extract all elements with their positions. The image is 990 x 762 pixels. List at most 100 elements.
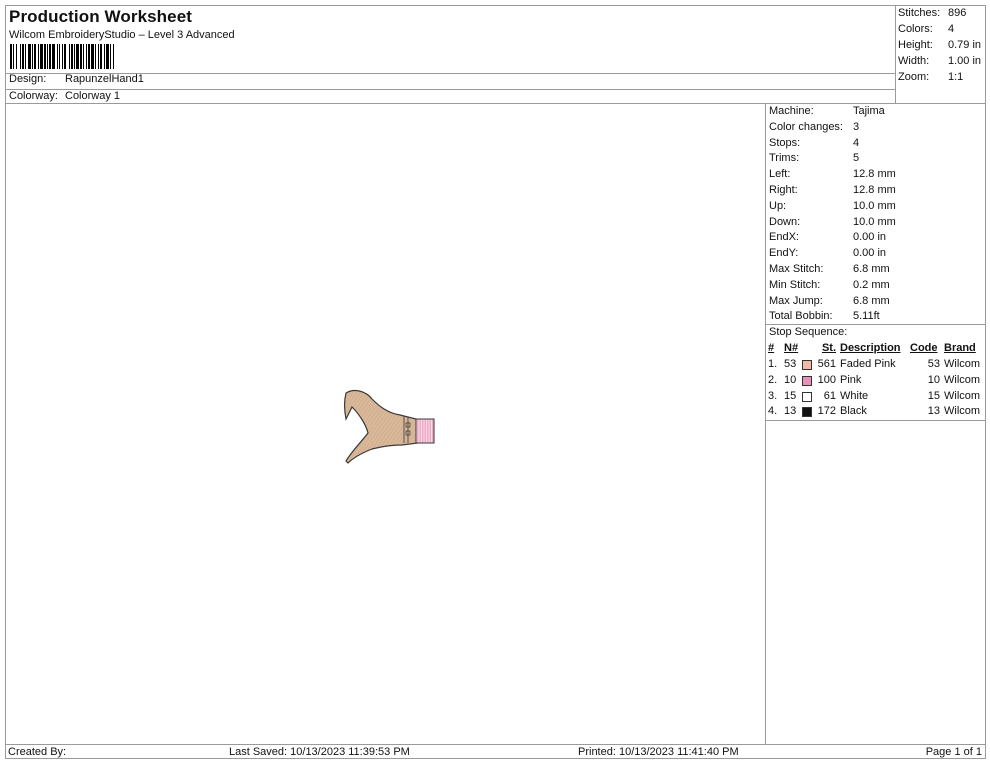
stitch-count: 61 — [823, 389, 836, 402]
thread-code: 13 — [927, 405, 940, 418]
col-needle: N# — [784, 342, 799, 354]
info-row: Down: 10.0 mm — [769, 216, 896, 228]
info-label: Min Stitch: — [769, 278, 821, 291]
height-label: Height: — [898, 39, 933, 51]
page-title: Production Worksheet — [9, 7, 193, 26]
info-value: 5.11ft — [853, 310, 880, 323]
info-label: EndY: — [769, 247, 799, 260]
width-value: 1.00 in — [948, 55, 982, 67]
embroidery-design-preview — [343, 389, 435, 464]
info-row: Up: 10.0 mm — [769, 200, 896, 212]
thread-color-swatch — [802, 375, 812, 386]
worksheet-footer: Created By: Last Saved: 10/13/2023 11:39… — [6, 744, 985, 759]
info-label: Trims: — [769, 152, 800, 165]
divider — [766, 324, 985, 325]
summary-panel: Stitches: 896 Colors: 4 Height: 0.79 in Wid… — [896, 6, 985, 104]
zoom-row: Zoom: 1:1 — [898, 71, 963, 83]
col-stitches: St. — [821, 342, 836, 354]
thread-description: White — [840, 389, 869, 402]
design-row: Design: RapunzelHand1 — [9, 73, 144, 85]
stitches-value: 896 — [948, 7, 967, 19]
col-num: # — [768, 342, 775, 354]
info-row: Max Jump: 6.8 mm — [769, 295, 890, 307]
info-row: EndX: 0.00 in — [769, 231, 886, 243]
info-value: 0.00 in — [853, 247, 887, 260]
software-name: Wilcom EmbroideryStudio – Level 3 Advanc… — [9, 29, 235, 41]
worksheet-header: Production Worksheet Wilcom EmbroiderySt… — [6, 6, 896, 104]
zoom-value: 1:1 — [948, 71, 964, 83]
info-value: 10.0 mm — [853, 199, 896, 212]
info-value: 10.0 mm — [853, 215, 896, 228]
info-row: Total Bobbin: 5.11ft — [769, 310, 880, 322]
info-row: Machine: Tajima — [769, 105, 885, 117]
design-name: RapunzelHand1 — [65, 73, 144, 85]
machine-info-panel: Stop Sequence: # N# St. Description Code… — [766, 104, 985, 421]
info-label: Up: — [769, 199, 787, 212]
info-label: Right: — [769, 184, 798, 196]
info-value: 0.00 in — [853, 231, 887, 244]
stop-sequence-header: # N# St. Description Code Brand — [768, 342, 983, 358]
info-label: Left: — [769, 168, 791, 181]
info-row: EndY: 0.00 in — [769, 247, 886, 259]
info-value: 12.8 mm — [853, 184, 896, 196]
sleeve-cuff — [415, 418, 435, 444]
needle-number: 13 — [784, 405, 797, 418]
created-by: Created By: — [8, 746, 67, 758]
thread-description: Black — [840, 405, 867, 418]
stitches-label: Stitches: — [898, 7, 941, 19]
thread-color-swatch — [802, 360, 812, 370]
colors-value: 4 — [948, 23, 955, 35]
barcode — [10, 44, 198, 69]
col-brand: Brand — [944, 342, 976, 354]
stop-sequence-row: 1. 53 561 Faded Pink 53 Wilcom — [768, 358, 983, 374]
page-number: Page 1 of 1 — [925, 746, 982, 758]
colorway-label: Colorway: — [9, 90, 58, 102]
info-row: Trims: 5 — [769, 152, 859, 164]
stop-sequence-row: 3. 15 61 White 15 Wilcom — [768, 390, 983, 406]
printed-date: Printed: 10/13/2023 11:41:40 PM — [578, 746, 739, 758]
needle-number: 15 — [784, 389, 797, 402]
info-value: 6.8 mm — [853, 294, 890, 307]
thread-code: 15 — [927, 389, 940, 402]
height-row: Height: 0.79 in — [898, 39, 981, 51]
thread-color-swatch — [802, 407, 812, 418]
divider — [6, 89, 896, 90]
info-row: Stops: 4 — [769, 137, 859, 149]
width-row: Width: 1.00 in — [898, 55, 981, 67]
info-row: Right: 12.8 mm — [769, 184, 896, 196]
info-label: Machine: — [769, 105, 814, 117]
thread-code: 53 — [927, 358, 940, 370]
thread-code: 10 — [927, 373, 940, 386]
colorway-row: Colorway: Colorway 1 — [9, 90, 120, 102]
thread-brand: Wilcom — [944, 389, 981, 402]
stitches-row: Stitches: 896 — [898, 7, 966, 19]
thread-brand: Wilcom — [944, 373, 981, 386]
col-description: Description — [840, 342, 901, 354]
thread-brand: Wilcom — [944, 358, 981, 370]
info-value: 3 — [853, 120, 860, 133]
zoom-label: Zoom: — [898, 71, 930, 83]
info-label: Stops: — [769, 136, 801, 149]
stitch-count: 172 — [817, 405, 836, 418]
col-code: Code — [910, 342, 938, 354]
thread-description: Pink — [840, 373, 862, 386]
colors-row: Colors: 4 — [898, 23, 954, 35]
needle-number: 53 — [784, 358, 797, 370]
stop-sequence-row: 4. 13 172 Black 13 Wilcom — [768, 405, 983, 421]
stop-sequence-title: Stop Sequence: — [769, 326, 848, 338]
info-value: Tajima — [853, 105, 885, 117]
last-saved: Last Saved: 10/13/2023 11:39:53 PM — [229, 746, 410, 758]
info-value: 0.2 mm — [853, 278, 890, 291]
design-label: Design: — [9, 73, 47, 85]
stitch-count: 100 — [817, 373, 836, 386]
colors-label: Colors: — [898, 23, 933, 35]
design-canvas — [6, 104, 766, 744]
width-label: Width: — [898, 55, 930, 67]
info-value: 4 — [853, 136, 860, 149]
height-value: 0.79 in — [948, 39, 982, 51]
barcode-bar — [114, 44, 116, 69]
info-label: Max Stitch: — [769, 263, 824, 275]
info-label: Max Jump: — [769, 294, 823, 307]
stop-number: 3. — [768, 389, 778, 402]
thread-color-swatch — [802, 391, 812, 402]
